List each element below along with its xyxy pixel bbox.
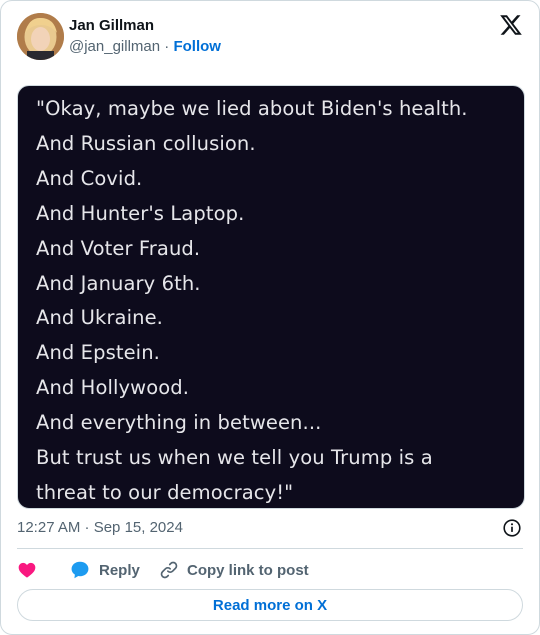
post-timestamp[interactable]: 12:27 AM · Sep 15, 2024 [17,519,183,536]
quote-line: And Russian collusion. [36,131,256,155]
quote-line: And Epstein. [36,341,160,365]
copy-link-label: Copy link to post [187,561,309,579]
author-handle-row: @jan_gillman · Follow [69,38,221,55]
heart-icon [18,562,36,578]
divider [17,548,523,549]
quote-line: threat to our democracy!" [36,480,294,504]
author-name[interactable]: Jan Gillman [69,17,154,34]
avatar-photo [17,13,64,60]
like-button[interactable] [17,557,37,583]
quote-line: And January 6th. [36,271,201,295]
read-more-button[interactable]: Read more on X [17,589,523,621]
info-icon[interactable] [503,519,521,537]
post-image[interactable]: "Okay, maybe we lied about Biden's healt… [17,85,525,509]
author-handle[interactable]: @jan_gillman [69,38,160,55]
reply-label: Reply [99,561,140,579]
quote-line: And Covid. [36,166,143,190]
link-icon [160,561,178,579]
x-logo-icon[interactable] [499,13,523,37]
separator: · [160,38,174,55]
post-actions: Reply Copy link to post [17,557,523,583]
reply-button[interactable]: Reply [69,557,140,583]
speech-bubble-icon [71,561,89,579]
post-header: Jan Gillman @jan_gillman · Follow [17,13,523,61]
copy-link-button[interactable]: Copy link to post [159,557,309,583]
quote-line: But trust us when we tell you Trump is a [36,446,433,470]
quote-line: "Okay, maybe we lied about Biden's healt… [36,97,468,120]
quote-line: And Ukraine. [36,306,163,330]
embedded-post-card: Jan Gillman @jan_gillman · Follow "Okay,… [0,0,540,635]
follow-button[interactable]: Follow [173,38,221,55]
quote-line: And Hunter's Laptop. [36,201,245,225]
avatar[interactable] [17,13,64,60]
quote-line: And Voter Fraud. [36,236,201,260]
quote-line: And Hollywood. [36,376,190,400]
image-quote-text: "Okay, maybe we lied about Biden's healt… [36,92,514,508]
quote-line: And everything in between... [36,411,322,435]
